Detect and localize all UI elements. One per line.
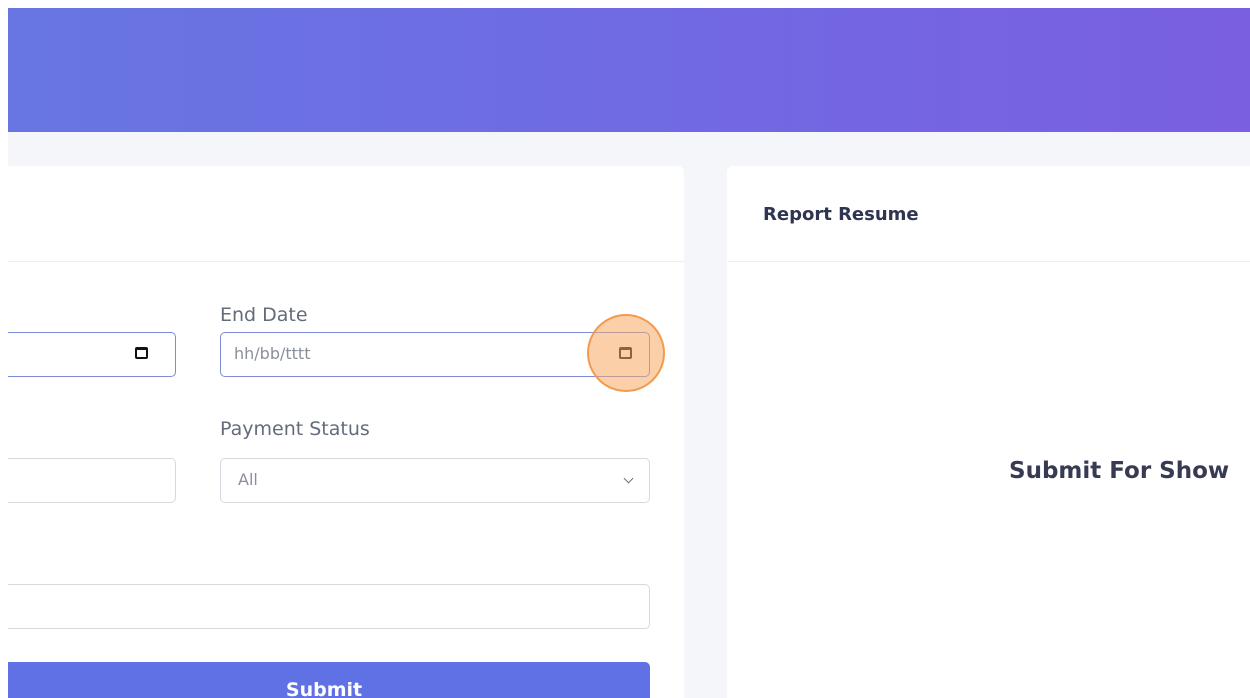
calendar-icon[interactable] <box>619 347 632 359</box>
report-card-header: Report Resume <box>727 166 1250 262</box>
submit-button[interactable]: Submit <box>8 662 650 698</box>
filter-input[interactable] <box>8 458 176 503</box>
payment-status-select[interactable]: All <box>220 458 650 503</box>
report-card: Report Resume Submit For Show <box>727 166 1250 698</box>
end-date-input[interactable]: hh/bb/tttt <box>220 332 650 377</box>
header-banner <box>8 8 1250 132</box>
end-date-placeholder: hh/bb/tttt <box>234 344 311 363</box>
report-empty-message: Submit For Show <box>1009 458 1230 484</box>
payment-status-label: Payment Status <box>220 418 370 440</box>
chevron-down-icon <box>623 473 634 484</box>
start-date-input[interactable] <box>8 332 176 377</box>
calendar-icon[interactable] <box>135 347 148 359</box>
filter-card: End Date hh/bb/tttt Payment Status All <box>8 166 684 698</box>
payment-status-value: All <box>238 470 258 489</box>
search-input[interactable] <box>8 584 650 629</box>
end-date-label: End Date <box>220 304 308 326</box>
report-title: Report Resume <box>763 204 919 225</box>
app-viewport: End Date hh/bb/tttt Payment Status All S… <box>8 8 1250 698</box>
filter-card-header <box>8 166 684 262</box>
